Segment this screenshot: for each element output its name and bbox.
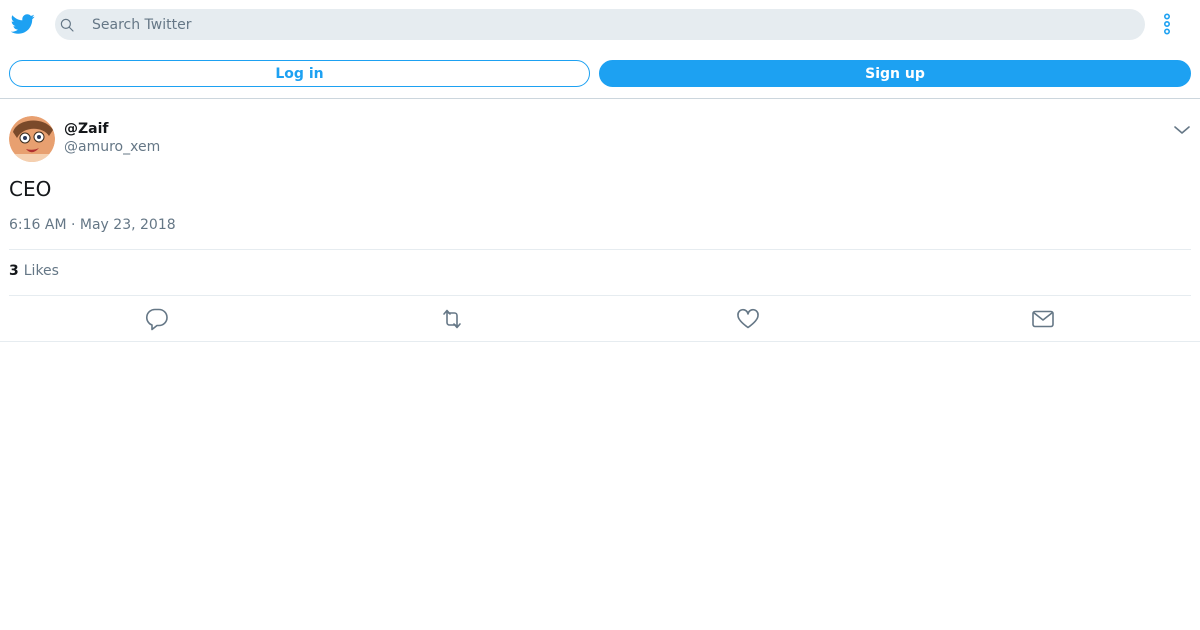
divider (9, 249, 1191, 250)
chevron-down-icon[interactable] (1172, 120, 1192, 140)
like-icon[interactable] (735, 306, 761, 332)
tweet-text: CEO (9, 177, 52, 201)
divider (9, 295, 1191, 296)
avatar-image (9, 116, 55, 162)
likes-stat[interactable]: 3 Likes (9, 263, 59, 279)
login-button[interactable]: Log in (9, 60, 590, 87)
likes-count: 3 (9, 263, 19, 279)
auth-bar: Log in Sign up (0, 48, 1200, 99)
signup-button[interactable]: Sign up (599, 60, 1191, 87)
search-icon (60, 18, 74, 32)
likes-label: Likes (23, 263, 59, 279)
tweet-timestamp[interactable]: 6:16 AM · May 23, 2018 (9, 217, 176, 233)
search-box[interactable] (55, 9, 1145, 40)
share-icon[interactable] (1030, 306, 1056, 332)
top-bar (0, 0, 1200, 48)
user-handle[interactable]: @amuro_xem (64, 139, 160, 155)
reply-icon[interactable] (144, 306, 170, 332)
search-input[interactable] (92, 9, 1132, 40)
twitter-bird-icon[interactable] (11, 12, 35, 36)
more-vertical-icon[interactable] (1155, 12, 1179, 36)
retweet-icon[interactable] (439, 306, 465, 332)
divider (0, 341, 1200, 342)
avatar[interactable] (9, 116, 55, 162)
display-name[interactable]: @Zaif (64, 121, 109, 137)
